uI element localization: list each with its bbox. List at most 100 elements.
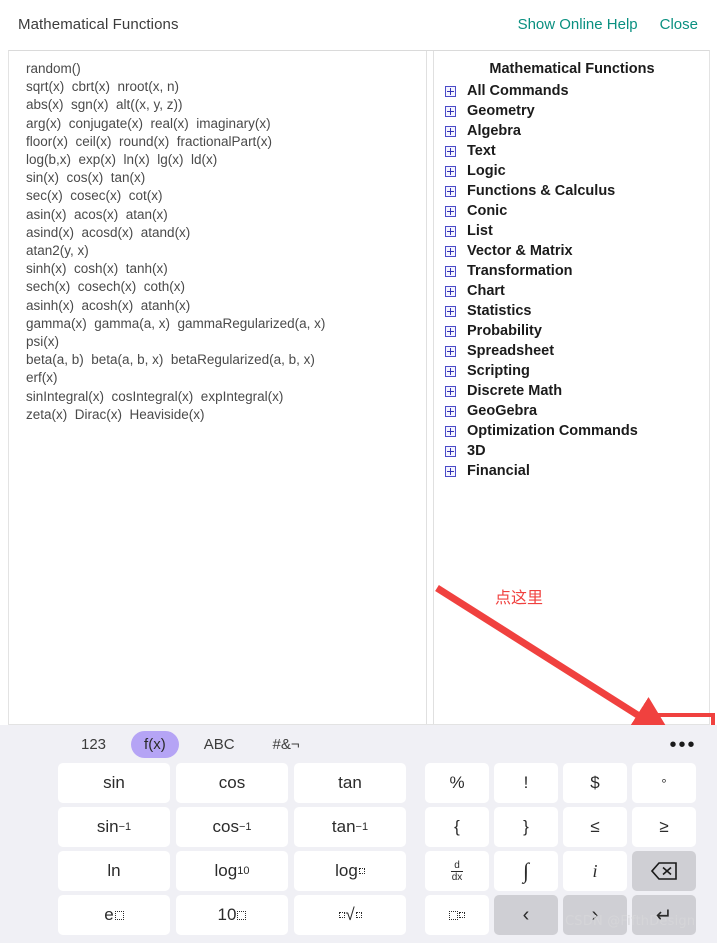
cursor-left-key[interactable]: ‹ (494, 895, 558, 935)
expand-plus-icon[interactable] (445, 305, 456, 317)
key-ln[interactable]: ln (58, 851, 170, 891)
keyboard-tab-fx[interactable]: f(x) (131, 730, 179, 758)
tree-item-discrete-math[interactable]: Discrete Math (434, 381, 710, 401)
expand-plus-icon[interactable] (445, 245, 456, 257)
tree-item-statistics[interactable]: Statistics (434, 301, 710, 321)
keyboard-left-group: ln log 10 log (58, 851, 406, 891)
keyboard-right-group: {} ≤ ≥ (425, 807, 703, 847)
backspace-key[interactable] (632, 851, 696, 891)
expand-plus-icon[interactable] (445, 185, 456, 197)
keyboard-row: sin cos tan%! $ ° (0, 763, 717, 807)
close-link[interactable]: Close (660, 16, 698, 33)
nth-root-key[interactable]: √ (294, 895, 406, 935)
enter-key[interactable]: ↵ (632, 895, 696, 935)
keyboard-right-group: ‹ › ↵ (425, 895, 703, 935)
tree-item-all-commands[interactable]: All Commands (434, 81, 710, 101)
show-online-help-link[interactable]: Show Online Help (518, 16, 638, 33)
key-[interactable]: { (425, 807, 489, 847)
key-log10[interactable]: log 10 (176, 851, 288, 891)
expand-plus-icon[interactable] (445, 165, 456, 177)
power-key[interactable] (425, 895, 489, 935)
function-line: beta(a, b) beta(a, b, x) betaRegularized… (26, 352, 315, 368)
tree-item-geogebra[interactable]: GeoGebra (434, 401, 710, 421)
key-tan[interactable]: tan −1 (294, 807, 406, 847)
tree-item-label: Discrete Math (467, 383, 563, 399)
tree-item-optimization-commands[interactable]: Optimization Commands (434, 421, 710, 441)
tree-item-vector-matrix[interactable]: Vector & Matrix (434, 241, 710, 261)
tree-item-label: Text (467, 143, 496, 159)
keyboard-key-grid: sin cos tan%! $ ° sin −1 cos −1 tan −1{} ≤ ≥ ln log 10 l… (0, 763, 717, 943)
key-sin[interactable]: sin (58, 763, 170, 803)
key-[interactable]: } (494, 807, 558, 847)
key-sin[interactable]: sin −1 (58, 807, 170, 847)
function-line: psi(x) (26, 334, 59, 350)
expand-plus-icon[interactable] (445, 365, 456, 377)
key-[interactable]: $ (563, 763, 627, 803)
tree-item-text[interactable]: Text (434, 141, 710, 161)
tree-item-label: Logic (467, 163, 506, 179)
expand-plus-icon[interactable] (445, 285, 456, 297)
derivative-key[interactable]: d dx (425, 851, 489, 891)
keyboard-row: e 10 √ ‹ › ↵ (0, 895, 717, 939)
expand-plus-icon[interactable] (445, 465, 456, 477)
key-cos[interactable]: cos −1 (176, 807, 288, 847)
expand-plus-icon[interactable] (445, 385, 456, 397)
tree-title: Mathematical Functions (489, 61, 655, 77)
expand-plus-icon[interactable] (445, 265, 456, 277)
keyboard-right-group: %! $ ° (425, 763, 703, 803)
tree-item-3d[interactable]: 3D (434, 441, 710, 461)
tree-item-label: Statistics (467, 303, 532, 319)
function-line: sech(x) cosech(x) coth(x) (26, 279, 186, 295)
expand-plus-icon[interactable] (445, 85, 456, 97)
tree-item-list[interactable]: List (434, 221, 710, 241)
keyboard-tab-bar: 123 f(x) ABC #&¬ (0, 725, 325, 763)
tree-item-label: Spreadsheet (467, 343, 555, 359)
function-line: log(b,x) exp(x) ln(x) lg(x) ld(x) (26, 152, 218, 168)
page-title: Mathematical Functions (18, 16, 179, 33)
keyboard-tab-ABC[interactable]: ABC (191, 731, 248, 758)
tree-item-financial[interactable]: Financial (434, 461, 710, 481)
expand-plus-icon[interactable] (445, 345, 456, 357)
tree-item-scripting[interactable]: Scripting (434, 361, 710, 381)
key-cos[interactable]: cos (176, 763, 288, 803)
tree-item-probability[interactable]: Probability (434, 321, 710, 341)
tree-item-conic[interactable]: Conic (434, 201, 710, 221)
function-line: sin(x) cos(x) tan(x) (26, 170, 146, 186)
key-[interactable]: ≥ (632, 807, 696, 847)
mathematical-functions-dialog: Mathematical Functions Show Online Help … (0, 0, 717, 943)
keyboard-tab-[interactable]: #&¬ (260, 731, 313, 758)
tree-item-geometry[interactable]: Geometry (434, 101, 710, 121)
tree-item-spreadsheet[interactable]: Spreadsheet (434, 341, 710, 361)
function-line: arg(x) conjugate(x) real(x) imaginary(x) (26, 115, 271, 131)
more-options-button[interactable]: ••• (656, 725, 710, 765)
key-10[interactable]: 10 (176, 895, 288, 935)
expand-plus-icon[interactable] (445, 445, 456, 457)
key-e[interactable]: e (58, 895, 170, 935)
key-log[interactable]: log (294, 851, 406, 891)
expand-plus-icon[interactable] (445, 325, 456, 337)
tree-item-logic[interactable]: Logic (434, 161, 710, 181)
imaginary-unit-key[interactable]: i (563, 851, 627, 891)
key-tan[interactable]: tan (294, 763, 406, 803)
keyboard-left-group: sin cos tan (58, 763, 406, 803)
key-[interactable]: ≤ (563, 807, 627, 847)
expand-plus-icon[interactable] (445, 125, 456, 137)
expand-plus-icon[interactable] (445, 425, 456, 437)
tree-item-transformation[interactable]: Transformation (434, 261, 710, 281)
key-[interactable]: % (425, 763, 489, 803)
expand-plus-icon[interactable] (445, 105, 456, 117)
expand-plus-icon[interactable] (445, 205, 456, 217)
integral-key[interactable]: ∫ (494, 851, 558, 891)
expand-plus-icon[interactable] (445, 405, 456, 417)
tree-item-algebra[interactable]: Algebra (434, 121, 710, 141)
key-[interactable]: ° (632, 763, 696, 803)
virtual-keyboard: 123 f(x) ABC #&¬ ••• sin cos tan%! $ ° sin −1 cos −… (0, 725, 717, 943)
expand-plus-icon[interactable] (445, 225, 456, 237)
annotation-label: 点这里 (495, 588, 544, 607)
expand-plus-icon[interactable] (445, 145, 456, 157)
keyboard-tab-123[interactable]: 123 (68, 731, 119, 758)
key-[interactable]: ! (494, 763, 558, 803)
cursor-right-key[interactable]: › (563, 895, 627, 935)
tree-item-functions-calculus[interactable]: Functions & Calculus (434, 181, 710, 201)
tree-item-chart[interactable]: Chart (434, 281, 710, 301)
